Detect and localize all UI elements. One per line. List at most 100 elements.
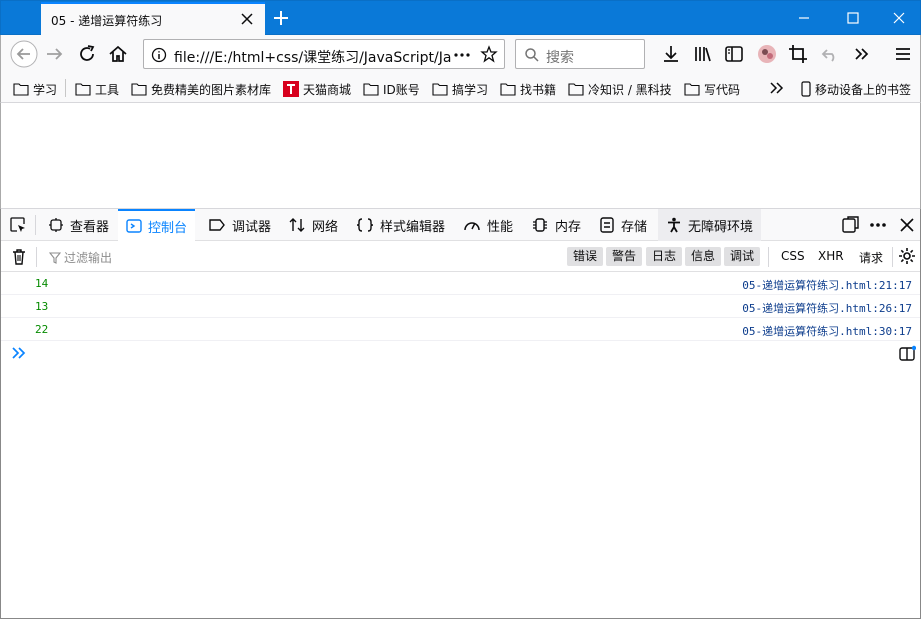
search-bar[interactable]: 搜索 xyxy=(515,39,645,69)
downloads-icon[interactable] xyxy=(659,42,683,66)
devtools-toolbar: 查看器 控制台 调试器 网络 样式编辑器 性能 内存 存储 无障碍环境 xyxy=(1,209,920,241)
tab-label: 性能 xyxy=(487,219,514,235)
tab-label: 查看器 xyxy=(70,219,110,235)
debugger-icon xyxy=(209,219,225,231)
folder-icon xyxy=(684,83,700,96)
style-editor-icon xyxy=(356,218,374,232)
minimize-icon[interactable] xyxy=(795,9,813,27)
log-value: 13 xyxy=(35,300,49,313)
tab-label: 样式编辑器 xyxy=(380,219,446,235)
folder-icon xyxy=(500,83,516,96)
forward-icon[interactable] xyxy=(43,42,67,66)
tab-label: 内存 xyxy=(555,219,582,235)
sidebar-icon[interactable] xyxy=(722,42,746,66)
console-sidebar-toggle-icon[interactable] xyxy=(898,345,916,363)
bookmark-star-icon[interactable] xyxy=(480,45,498,63)
bookmark-mobile[interactable]: 移动设备上的书签 xyxy=(801,80,911,98)
close-devtools-icon[interactable] xyxy=(897,215,917,235)
filter-output-input[interactable]: 过滤输出 xyxy=(49,249,112,266)
dock-side-icon[interactable] xyxy=(840,215,860,235)
mobile-device-icon xyxy=(801,81,811,97)
tab-memory[interactable]: 内存 xyxy=(529,209,583,241)
filter-logs-button[interactable]: 日志 xyxy=(646,247,683,266)
page-content xyxy=(0,103,921,208)
nav-toolbar: file:///E:/html+css/课堂练习/JavaScript/Ja 搜… xyxy=(0,35,921,73)
filter-requests-button[interactable]: 请求 xyxy=(859,249,883,266)
bookmark-folder-learning[interactable]: 搞学习 xyxy=(432,80,488,98)
log-source-link[interactable]: 05-递增运算符练习.html:30:17 xyxy=(742,323,912,339)
bookmark-folder-books[interactable]: 找书籍 xyxy=(500,80,556,98)
bookmark-label: 免费精美的图片素材库 xyxy=(151,82,272,97)
bookmark-label: 移动设备上的书签 xyxy=(815,82,912,97)
storage-icon xyxy=(600,217,614,233)
tab-storage[interactable]: 存储 xyxy=(597,209,649,241)
maximize-icon[interactable] xyxy=(844,9,862,27)
tab-label: 控制台 xyxy=(148,220,188,236)
filter-warnings-button[interactable]: 警告 xyxy=(606,247,643,266)
tab-inspector[interactable]: 查看器 xyxy=(46,209,111,241)
tab-console[interactable]: 控制台 xyxy=(118,209,196,241)
bookmark-label: 冷知识 / 黑科技 xyxy=(588,82,672,97)
folder-icon xyxy=(432,83,448,96)
url-bar[interactable]: file:///E:/html+css/课堂练习/JavaScript/Ja xyxy=(143,39,505,69)
close-tab-icon[interactable] xyxy=(239,11,255,27)
trash-icon[interactable] xyxy=(11,248,27,266)
browser-tab[interactable]: 05 - 递增运算符练习 xyxy=(41,2,265,36)
bookmark-label: 搞学习 xyxy=(452,82,489,97)
undo-icon[interactable] xyxy=(818,42,842,66)
page-actions-icon[interactable] xyxy=(453,47,471,63)
folder-icon xyxy=(13,83,29,96)
title-bar: 05 - 递增运算符练习 xyxy=(0,0,921,36)
console-log-row: 22 05-递增运算符练习.html:30:17 xyxy=(1,318,920,341)
tab-style-editor[interactable]: 样式编辑器 xyxy=(354,209,447,241)
back-icon[interactable] xyxy=(9,39,39,69)
info-icon[interactable] xyxy=(151,47,167,63)
log-source-link[interactable]: 05-递增运算符练习.html:21:17 xyxy=(742,277,912,293)
bookmark-label: 天猫商城 xyxy=(303,82,352,97)
toolbar-separator xyxy=(36,247,37,267)
log-source-link[interactable]: 05-递增运算符练习.html:26:17 xyxy=(742,300,912,316)
bookmark-tmall[interactable]: 天猫商城 xyxy=(283,80,351,98)
reload-icon[interactable] xyxy=(75,42,99,66)
log-value: 22 xyxy=(35,323,49,336)
console-log-row: 14 05-递增运算符练习.html:21:17 xyxy=(1,272,920,295)
tab-debugger[interactable]: 调试器 xyxy=(206,209,273,241)
more-options-icon[interactable] xyxy=(868,215,888,235)
url-text[interactable]: file:///E:/html+css/课堂练习/JavaScript/Ja xyxy=(174,47,452,67)
tab-accessibility[interactable]: 无障碍环境 xyxy=(658,209,762,241)
settings-gear-icon[interactable] xyxy=(898,247,916,265)
bookmark-label: 写代码 xyxy=(704,82,741,97)
bookmark-folder-images[interactable]: 免费精美的图片素材库 xyxy=(131,80,271,98)
filter-errors-button[interactable]: 错误 xyxy=(567,247,604,266)
memory-icon xyxy=(533,218,547,232)
screenshot-crop-icon[interactable] xyxy=(786,42,810,66)
bookmark-folder-code[interactable]: 写代码 xyxy=(684,80,740,98)
filter-debug-button[interactable]: 调试 xyxy=(724,247,761,266)
bookmarks-overflow-chevrons-icon[interactable] xyxy=(769,81,785,95)
bookmark-folder-study[interactable]: 学习 xyxy=(13,80,57,98)
console-prompt-chevron-icon[interactable] xyxy=(11,345,27,361)
folder-icon xyxy=(568,83,584,96)
new-tab-icon[interactable] xyxy=(271,8,291,28)
element-picker-icon[interactable] xyxy=(9,216,27,234)
console-filter-bar: 过滤输出 错误 警告 日志 信息 调试 CSS XHR 请求 xyxy=(1,241,920,272)
filter-xhr-button[interactable]: XHR xyxy=(818,249,844,263)
bookmark-folder-trivia[interactable]: 冷知识 / 黑科技 xyxy=(568,80,672,98)
tab-network[interactable]: 网络 xyxy=(286,209,340,241)
overflow-chevrons-icon[interactable] xyxy=(850,42,874,66)
bookmark-folder-tools[interactable]: 工具 xyxy=(75,80,119,98)
home-icon[interactable] xyxy=(106,42,130,66)
folder-icon xyxy=(363,83,379,96)
bookmark-label: 找书籍 xyxy=(520,82,557,97)
library-icon[interactable] xyxy=(691,42,715,66)
account-avatar-icon[interactable] xyxy=(755,42,779,66)
tab-label: 调试器 xyxy=(232,219,272,235)
bookmark-folder-id[interactable]: ID账号 xyxy=(363,80,420,98)
tab-performance[interactable]: 性能 xyxy=(461,209,515,241)
window-close-icon[interactable] xyxy=(890,9,908,27)
devtools-panel: 查看器 控制台 调试器 网络 样式编辑器 性能 内存 存储 无障碍环境 过滤输出… xyxy=(0,208,921,619)
filter-css-button[interactable]: CSS xyxy=(781,249,805,263)
hamburger-menu-icon[interactable] xyxy=(891,42,915,66)
filter-info-button[interactable]: 信息 xyxy=(685,247,722,266)
performance-icon xyxy=(464,222,480,231)
